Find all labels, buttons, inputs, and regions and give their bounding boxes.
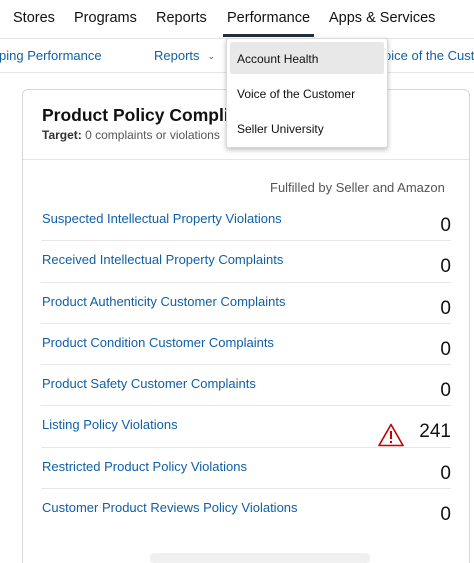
nav-performance[interactable]: Performance: [222, 10, 315, 37]
violations-list: Suspected Intellectual Property Violatio…: [41, 200, 451, 530]
nav-stores[interactable]: Stores: [13, 10, 55, 26]
row-count: 0: [440, 380, 451, 402]
row-link[interactable]: Customer Product Reviews Policy Violatio…: [42, 500, 298, 515]
column-header: Fulfilled by Seller and Amazon: [270, 180, 445, 195]
card-target: Target: 0 complaints or violations: [42, 128, 220, 142]
performance-dropdown-menu: Account Health Voice of the Customer Sel…: [226, 38, 388, 148]
nav-apps-services[interactable]: Apps & Services: [329, 10, 435, 26]
nav-programs[interactable]: Programs: [74, 10, 137, 26]
subnav-reports[interactable]: Reports ⌄: [154, 48, 215, 63]
list-item: Restricted Product Policy Violations 0: [41, 448, 451, 490]
list-item: Suspected Intellectual Property Violatio…: [41, 200, 451, 242]
nav-reports[interactable]: Reports: [156, 10, 207, 26]
menu-item-account-health[interactable]: Account Health: [230, 42, 384, 74]
row-count: 0: [440, 297, 451, 319]
row-count: 0: [440, 462, 451, 484]
menu-item-seller-university[interactable]: Seller University: [230, 112, 384, 144]
row-link[interactable]: Suspected Intellectual Property Violatio…: [42, 211, 282, 226]
list-item: Received Intellectual Property Complaint…: [41, 241, 451, 283]
row-count: 0: [440, 338, 451, 360]
row-count: 0: [440, 504, 451, 526]
subnav-reports-label: Reports: [154, 48, 200, 63]
row-count: 241: [419, 421, 451, 443]
target-value: 0 complaints or violations: [81, 128, 220, 142]
horizontal-scrollbar[interactable]: [150, 553, 370, 563]
row-count: 0: [440, 256, 451, 278]
card-title: Product Policy Complia: [42, 105, 239, 125]
row-link[interactable]: Received Intellectual Property Complaint…: [42, 252, 283, 267]
row-link[interactable]: Product Safety Customer Complaints: [42, 376, 256, 391]
list-item: Listing Policy Violations 241: [41, 406, 451, 448]
chevron-down-icon: ⌄: [207, 51, 216, 61]
row-link[interactable]: Restricted Product Policy Violations: [42, 459, 247, 474]
top-navigation: Stores Programs Reports Performance Apps…: [0, 0, 474, 38]
menu-item-voice-of-customer[interactable]: Voice of the Customer: [230, 77, 384, 109]
subnav-voice-of-customer[interactable]: oice of the Cust: [384, 48, 474, 63]
subnav-shipping-performance[interactable]: ping Performance: [0, 48, 102, 63]
target-label: Target:: [42, 128, 82, 142]
row-link[interactable]: Product Condition Customer Complaints: [42, 335, 274, 350]
list-item: Product Authenticity Customer Complaints…: [41, 283, 451, 324]
row-link[interactable]: Product Authenticity Customer Complaints: [42, 294, 286, 309]
warning-triangle-icon: [378, 424, 404, 447]
list-item: Customer Product Reviews Policy Violatio…: [41, 489, 451, 530]
row-link[interactable]: Listing Policy Violations: [42, 417, 178, 432]
list-item: Product Condition Customer Complaints 0: [41, 324, 451, 366]
row-count: 0: [440, 215, 451, 236]
list-item: Product Safety Customer Complaints 0: [41, 365, 451, 407]
